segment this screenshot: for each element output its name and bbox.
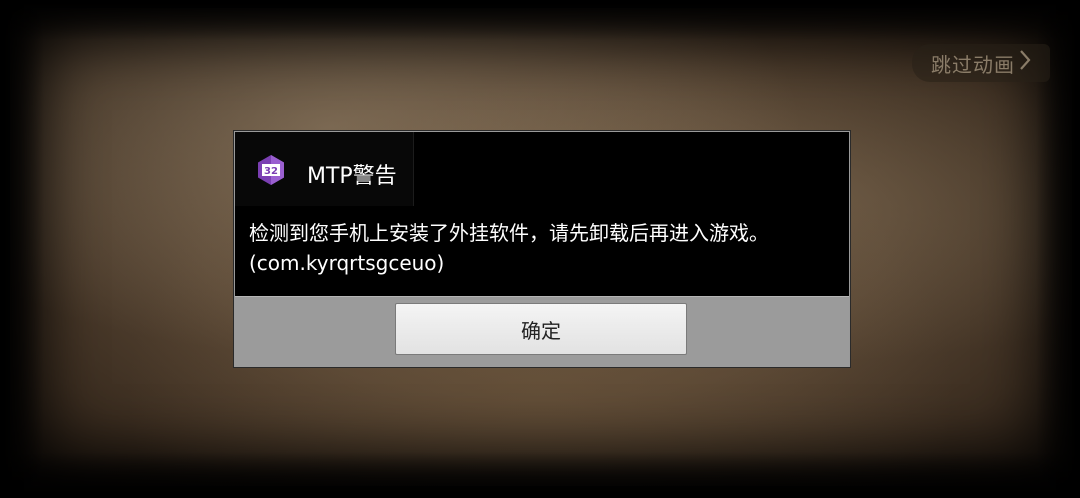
burnt-edge-top (0, 0, 1080, 40)
confirm-button[interactable]: 确定 (395, 303, 687, 355)
dialog-header: 32 MTP警告 (235, 132, 414, 206)
skip-animation-label: 跳过动画 (931, 52, 1015, 77)
message-line-2: (com.kyrqrtsgceuo) (249, 251, 445, 275)
burnt-edge-left (0, 0, 44, 498)
message-line-1: 检测到您手机上安装了外挂软件，请先卸载后再进入游戏。 (249, 221, 769, 245)
dialog-message: 检测到您手机上安装了外挂软件，请先卸载后再进入游戏。 (com.kyrqrtsg… (249, 218, 839, 278)
skip-animation-button[interactable]: 跳过动画 (912, 44, 1050, 82)
dialog-footer: 确定 (235, 296, 849, 367)
game-screen: 跳过动画 32 MTP警告 检测到您手机上安装了外挂软件，请先卸载后再进入游戏。… (0, 0, 1080, 498)
mtp-warning-dialog: 32 MTP警告 检测到您手机上安装了外挂软件，请先卸载后再进入游戏。 (com… (234, 131, 850, 367)
burnt-edge-bottom (0, 452, 1080, 498)
chevron-right-icon (1019, 49, 1031, 77)
icon-badge-text: 32 (264, 166, 278, 177)
gameguardian-hexagon-icon: 32 (255, 154, 287, 186)
dialog-title: MTP警告 (307, 164, 397, 189)
